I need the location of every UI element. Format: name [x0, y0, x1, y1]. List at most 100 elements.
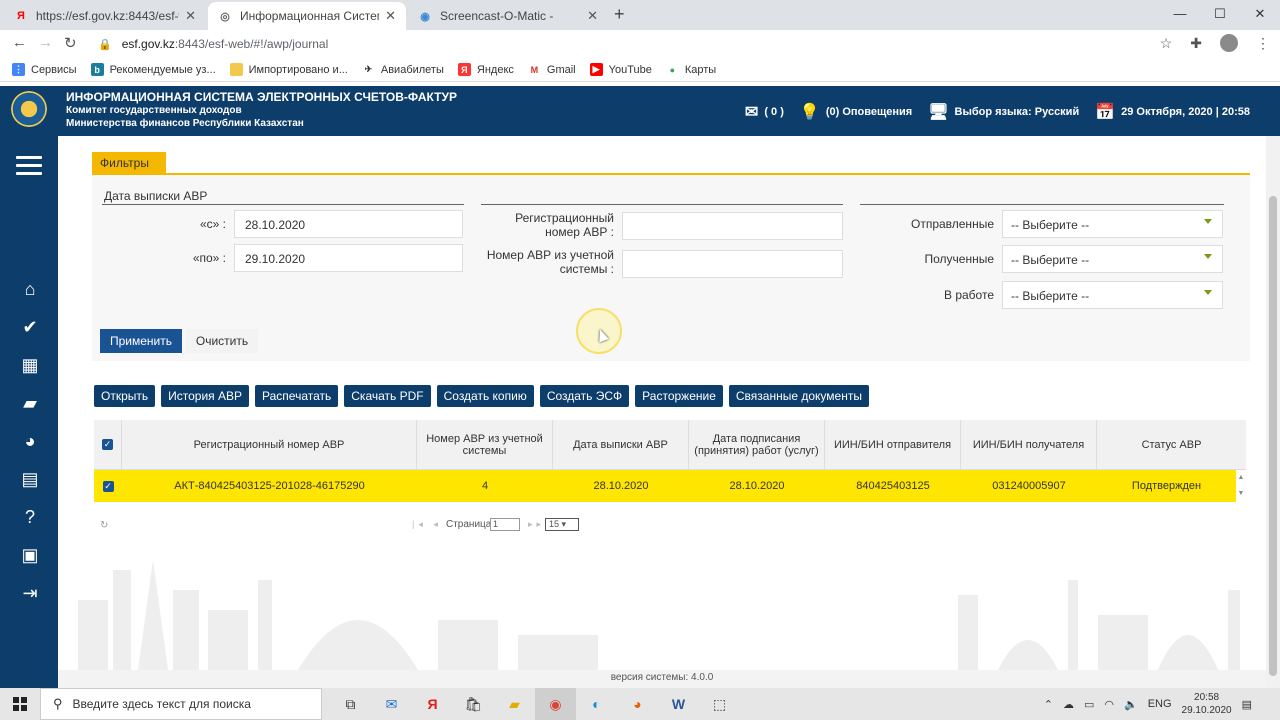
- create-esf-button[interactable]: Создать ЭСФ: [539, 385, 630, 407]
- firefox-icon[interactable]: ◕: [617, 688, 658, 720]
- column-header[interactable]: Статус АВР: [1097, 420, 1246, 469]
- tray-overflow-icon[interactable]: ⌃: [1044, 698, 1053, 711]
- create-copy-button[interactable]: Создать копию: [436, 385, 534, 407]
- termination-button[interactable]: Расторжение: [635, 385, 723, 407]
- bookmark-imported[interactable]: Импортировано и...: [229, 63, 348, 76]
- hamburger-menu-icon[interactable]: [16, 156, 42, 180]
- filters-tab[interactable]: Фильтры: [92, 152, 166, 174]
- home-icon[interactable]: ⌂: [18, 278, 42, 300]
- language-selector[interactable]: 🖥 Выбор языка: Русский: [928, 102, 1079, 122]
- back-icon[interactable]: ←: [12, 34, 27, 51]
- pager: ↻ |◂ ◂ Страница 1 ▸▸| 15 ▾: [94, 518, 1246, 534]
- refresh-icon[interactable]: ↻: [100, 520, 108, 531]
- input-language[interactable]: ENG: [1148, 698, 1172, 710]
- date-to-input[interactable]: 29.10.2020: [234, 244, 463, 272]
- volume-icon[interactable]: 🔈: [1124, 698, 1138, 711]
- reg-number-input[interactable]: [622, 212, 843, 240]
- book-icon[interactable]: ▤: [18, 468, 42, 490]
- print-button[interactable]: Распечатать: [255, 385, 339, 407]
- bookmark-label: YouTube: [608, 63, 652, 76]
- close-window-icon[interactable]: ✕: [1240, 0, 1280, 30]
- acct-number-input[interactable]: [622, 250, 843, 278]
- snipping-tool-icon[interactable]: ⬚: [699, 688, 740, 720]
- sent-select[interactable]: -- Выберите --: [1002, 210, 1223, 238]
- open-button[interactable]: Открыть: [94, 385, 156, 407]
- reload-icon[interactable]: ↻: [64, 34, 77, 52]
- table-scrollbar[interactable]: ▲ ▼: [1236, 470, 1246, 502]
- bookmark-flights[interactable]: ✈ Авиабилеты: [361, 63, 444, 76]
- profile-avatar[interactable]: [1220, 34, 1238, 52]
- browser-tab-esf[interactable]: Я https://esf.gov.kz:8443/esf-web/ ✕: [4, 2, 206, 30]
- apply-button[interactable]: Применить: [100, 329, 182, 353]
- store-icon[interactable]: 🛍: [453, 688, 494, 720]
- mail-icon[interactable]: ✉: [371, 688, 412, 720]
- bookmark-maps[interactable]: ● Карты: [665, 63, 716, 76]
- taskbar-search[interactable]: ⚲ Введите здесь текст для поиска: [40, 688, 322, 720]
- column-header[interactable]: Регистрационный номер АВР: [122, 420, 417, 469]
- system-title: ИНФОРМАЦИОННАЯ СИСТЕМА ЭЛЕКТРОННЫХ СЧЕТО…: [66, 90, 457, 104]
- dashboard-icon[interactable]: ◕: [18, 430, 42, 452]
- taskbar-clock[interactable]: 20:58 29.10.2020: [1182, 691, 1232, 717]
- page-scrollbar[interactable]: [1266, 136, 1280, 688]
- close-icon[interactable]: ✕: [587, 8, 598, 24]
- select-all-checkbox[interactable]: ✓: [94, 420, 122, 469]
- bookmark-services[interactable]: ⋮ Сервисы: [12, 63, 77, 76]
- edge-icon[interactable]: ◐: [576, 688, 617, 720]
- bookmark-recommended[interactable]: b Рекомендуемые уз...: [90, 63, 216, 76]
- history-button[interactable]: История АВР: [161, 385, 250, 407]
- table-row[interactable]: ✓ АКТ-840425403125-201028-46175290 4 28.…: [94, 470, 1246, 502]
- menu-icon[interactable]: ⋮: [1256, 35, 1270, 52]
- chrome-icon[interactable]: ◉: [535, 688, 576, 720]
- maximize-icon[interactable]: ☐: [1200, 0, 1240, 30]
- row-checkbox[interactable]: ✓: [94, 470, 122, 502]
- task-view-icon[interactable]: ⧉: [330, 688, 371, 720]
- clear-button[interactable]: Очистить: [186, 329, 258, 353]
- close-icon[interactable]: ✕: [385, 8, 396, 24]
- first-prev-page-icon[interactable]: |◂ ◂: [412, 519, 442, 530]
- browser-tab-screencast[interactable]: ◉ Screencast-O-Matic - ✕: [408, 2, 608, 30]
- folder-open-icon[interactable]: ▰: [18, 392, 42, 414]
- download-pdf-button[interactable]: Скачать PDF: [344, 385, 431, 407]
- logout-icon[interactable]: ⇥: [18, 582, 42, 604]
- page-input[interactable]: 1: [490, 518, 520, 531]
- bookmark-yandex[interactable]: Я Яндекс: [457, 63, 514, 76]
- browser-tab-info-system[interactable]: ◎ Информационная Система Эле ✕: [208, 2, 406, 30]
- column-header[interactable]: Дата выписки АВР: [553, 420, 689, 469]
- in-work-select[interactable]: -- Выберите --: [1002, 281, 1223, 309]
- clock-time: 20:58: [1194, 692, 1220, 703]
- bookmark-star-icon[interactable]: ☆: [1160, 35, 1173, 52]
- word-icon[interactable]: W: [658, 688, 699, 720]
- column-header[interactable]: Номер АВР из учетной системы: [417, 420, 553, 469]
- briefcase-icon[interactable]: ▣: [18, 544, 42, 566]
- clipboard-check-icon[interactable]: ✔: [18, 316, 42, 338]
- column-header[interactable]: Дата подписания (принятия) работ (услуг): [689, 420, 825, 469]
- new-tab-icon[interactable]: +: [614, 4, 625, 25]
- wifi-icon[interactable]: ◠: [1104, 698, 1114, 711]
- close-icon[interactable]: ✕: [185, 8, 196, 24]
- extensions-icon[interactable]: ✚: [1190, 35, 1202, 52]
- column-header[interactable]: ИИН/БИН отправителя: [825, 420, 961, 469]
- onedrive-icon[interactable]: ☁: [1063, 698, 1074, 711]
- page-size-select[interactable]: 15 ▾: [545, 518, 579, 531]
- bookmark-gmail[interactable]: M Gmail: [527, 63, 576, 76]
- file-explorer-icon[interactable]: ▰: [494, 688, 535, 720]
- chart-icon[interactable]: ▦: [18, 354, 42, 376]
- checkbox-checked-icon: ✓: [102, 439, 113, 450]
- received-select[interactable]: -- Выберите --: [1002, 245, 1223, 273]
- yandex-browser-icon[interactable]: Я: [412, 688, 453, 720]
- notifications-center-icon[interactable]: ▤: [1242, 698, 1252, 711]
- youtube-icon: ▶: [589, 63, 603, 76]
- url-field[interactable]: 🔒 esf.gov.kz:8443/esf-web/#!/awp/journal: [92, 33, 1182, 55]
- notifications-link[interactable]: 💡 (0) Оповещения: [800, 102, 912, 122]
- help-icon[interactable]: ?: [18, 506, 42, 528]
- column-header[interactable]: ИИН/БИН получателя: [961, 420, 1097, 469]
- minimize-icon[interactable]: —: [1160, 0, 1200, 30]
- forward-icon[interactable]: →: [38, 34, 53, 51]
- related-docs-button[interactable]: Связанные документы: [728, 385, 869, 407]
- start-button[interactable]: [0, 688, 40, 720]
- date-from-input[interactable]: 28.10.2020: [234, 210, 463, 238]
- messages-link[interactable]: ✉ ( 0 ): [745, 102, 784, 122]
- battery-icon[interactable]: ▭: [1084, 698, 1094, 711]
- scrollbar-thumb[interactable]: [1269, 196, 1277, 676]
- bookmark-youtube[interactable]: ▶ YouTube: [589, 63, 652, 76]
